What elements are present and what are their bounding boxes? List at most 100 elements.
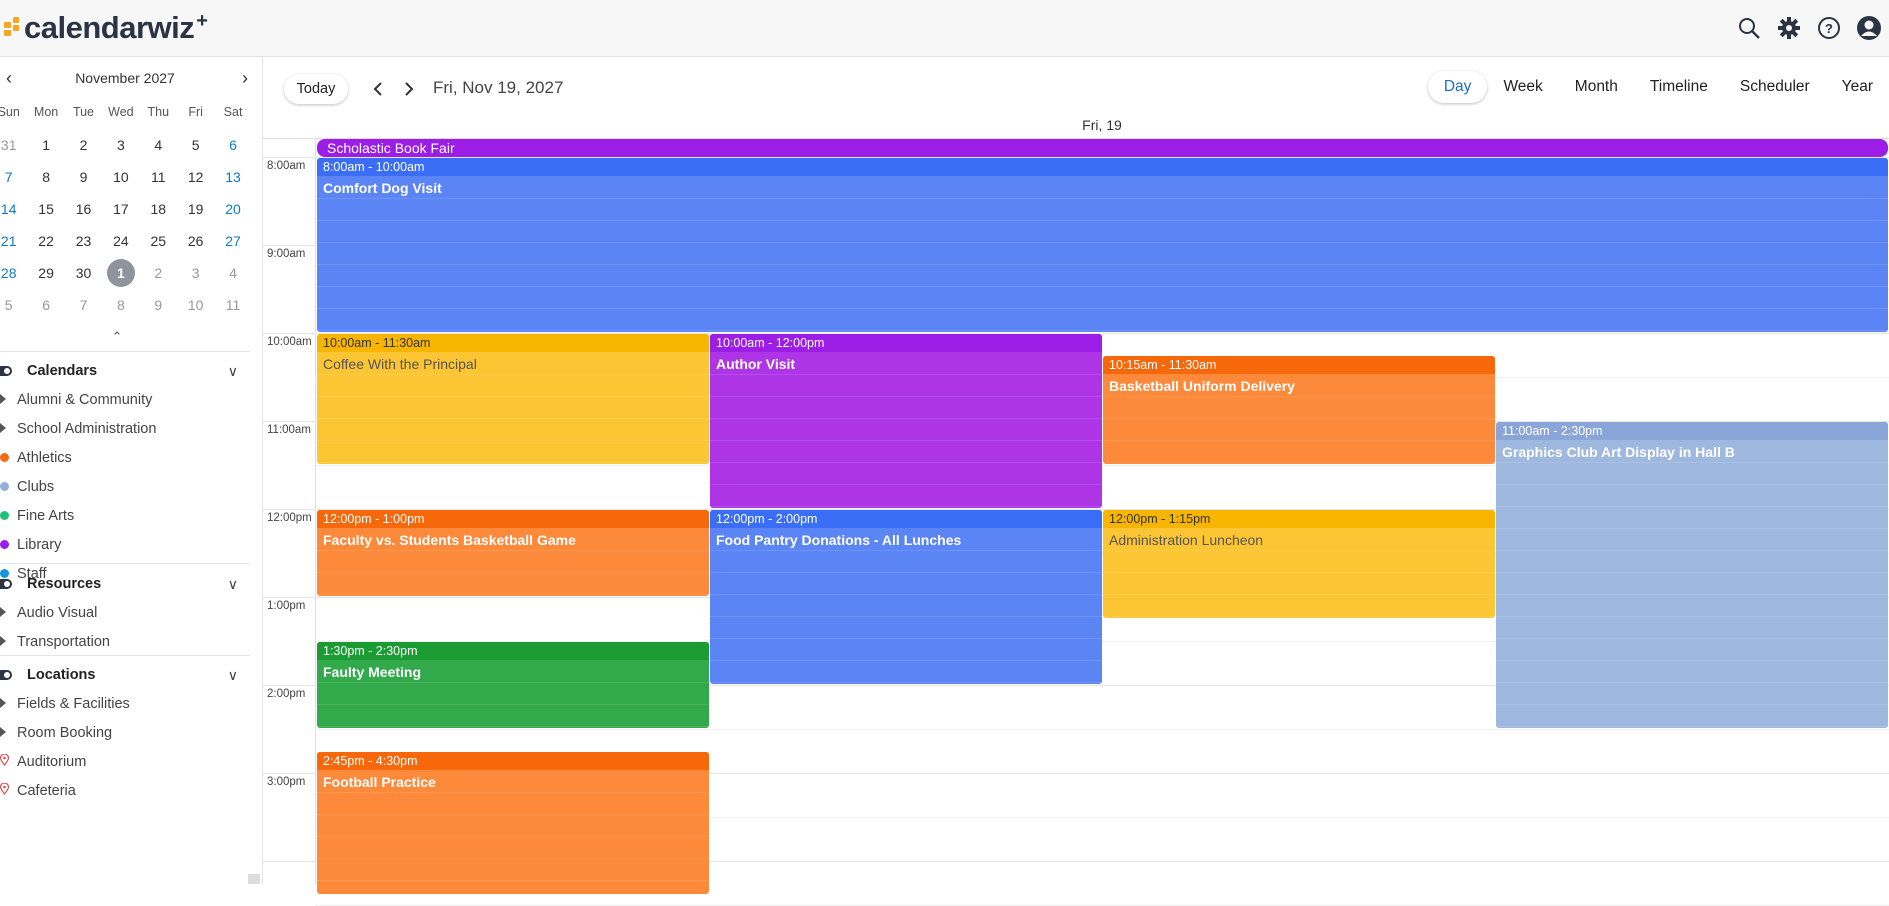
mini-calendar-day[interactable]: 15 xyxy=(27,201,64,217)
event-block[interactable]: 12:00pm - 1:15pm Administration Luncheon xyxy=(1103,510,1495,618)
mini-calendar-day[interactable]: 2 xyxy=(140,265,177,281)
tab-day[interactable]: Day xyxy=(1427,71,1488,103)
mini-calendar-day[interactable]: 27 xyxy=(214,233,251,249)
mini-calendar-day[interactable]: 8 xyxy=(102,297,139,313)
event-block[interactable]: 8:00am - 10:00am Comfort Dog Visit xyxy=(317,158,1888,332)
locations-toggle-icon[interactable] xyxy=(0,670,12,680)
mini-calendar-day[interactable]: 5 xyxy=(0,297,27,313)
sidebar-item-library[interactable]: Library xyxy=(0,530,250,559)
sidebar-resize-handle[interactable] xyxy=(248,874,260,884)
mini-calendar-day[interactable]: 19 xyxy=(177,201,214,217)
mini-calendar-day[interactable]: 23 xyxy=(65,233,102,249)
expand-triangle-icon[interactable] xyxy=(0,698,6,708)
mini-calendar-day[interactable]: 16 xyxy=(65,201,102,217)
mini-calendar-day[interactable]: 28 xyxy=(0,265,27,281)
expand-triangle-icon[interactable] xyxy=(0,727,6,737)
expand-triangle-icon[interactable] xyxy=(0,394,6,404)
mini-calendar-day[interactable]: 26 xyxy=(177,233,214,249)
logo-text: calendarwiz xyxy=(24,10,195,45)
mini-calendar-day[interactable]: 9 xyxy=(65,169,102,185)
user-icon[interactable] xyxy=(1855,14,1883,42)
mini-calendar-day[interactable]: 8 xyxy=(27,169,64,185)
calendarwiz-logo[interactable]: calendarwiz + xyxy=(0,10,208,45)
sidebar-item-audio-visual[interactable]: Audio Visual xyxy=(0,598,250,627)
tab-scheduler[interactable]: Scheduler xyxy=(1724,71,1826,103)
mini-calendar-day[interactable]: 31 xyxy=(0,137,27,153)
mini-calendar-day[interactable]: 30 xyxy=(65,265,102,281)
mini-calendar-day[interactable]: 21 xyxy=(0,233,27,249)
collapse-mini-calendar-icon[interactable]: ⌃ xyxy=(106,329,128,345)
mini-calendar-day-selected[interactable]: 1 xyxy=(102,259,139,287)
sidebar-item-athletics[interactable]: Athletics xyxy=(0,443,250,472)
mini-calendar-day[interactable]: 10 xyxy=(177,297,214,313)
mini-calendar-day[interactable]: 5 xyxy=(177,137,214,153)
locations-section-header[interactable]: Locations ∨ xyxy=(0,661,250,689)
event-block[interactable]: 11:00am - 2:30pm Graphics Club Art Displa… xyxy=(1496,422,1888,728)
mini-calendar-day[interactable]: 11 xyxy=(140,169,177,185)
prev-day-chevron-icon[interactable] xyxy=(368,77,388,101)
mini-calendar-day[interactable]: 4 xyxy=(140,137,177,153)
event-block[interactable]: 1:30pm - 2:30pm Faulty Meeting xyxy=(317,642,709,728)
calendars-section-header[interactable]: Calendars ∨ xyxy=(0,357,250,385)
mini-calendar-day[interactable]: 29 xyxy=(27,265,64,281)
mini-calendar-day[interactable]: 14 xyxy=(0,201,27,217)
sidebar-item-fields-facilities[interactable]: Fields & Facilities xyxy=(0,689,250,718)
gear-icon[interactable] xyxy=(1775,14,1803,42)
event-title: Coffee With the Principal xyxy=(323,356,477,372)
tab-month[interactable]: Month xyxy=(1559,71,1634,103)
mini-calendar-day[interactable]: 4 xyxy=(214,265,251,281)
expand-triangle-icon[interactable] xyxy=(0,607,6,617)
event-block[interactable]: 12:00pm - 2:00pm Food Pantry Donations - … xyxy=(710,510,1102,684)
tab-timeline[interactable]: Timeline xyxy=(1634,71,1724,103)
expand-triangle-icon[interactable] xyxy=(0,423,6,433)
search-icon[interactable] xyxy=(1735,14,1763,42)
mini-calendar-day[interactable]: 3 xyxy=(177,265,214,281)
next-day-chevron-icon[interactable] xyxy=(399,77,419,101)
mini-calendar-day[interactable]: 10 xyxy=(102,169,139,185)
event-block[interactable]: 10:15am - 11:30am Basketball Uniform Deli… xyxy=(1103,356,1495,464)
mini-calendar-day[interactable]: 3 xyxy=(102,137,139,153)
sidebar-item-school-administration[interactable]: School Administration xyxy=(0,414,250,443)
mini-calendar-day[interactable]: 2 xyxy=(65,137,102,153)
sidebar-item-clubs[interactable]: Clubs xyxy=(0,472,250,501)
today-button[interactable]: Today xyxy=(284,74,348,104)
mini-calendar-day[interactable]: 22 xyxy=(27,233,64,249)
chevron-down-icon[interactable]: ∨ xyxy=(228,363,238,380)
mini-calendar-day[interactable]: 6 xyxy=(214,137,251,153)
resources-toggle-icon[interactable] xyxy=(0,579,12,589)
event-block[interactable]: 2:45pm - 4:30pm Football Practice xyxy=(317,752,709,894)
calendars-toggle-icon[interactable] xyxy=(0,366,12,376)
event-block[interactable]: 12:00pm - 1:00pm Faculty vs. Students Bas… xyxy=(317,510,709,596)
tab-year[interactable]: Year xyxy=(1826,71,1889,103)
mini-calendar-day[interactable]: 24 xyxy=(102,233,139,249)
chevron-down-icon[interactable]: ∨ xyxy=(228,576,238,593)
mini-calendar-day[interactable]: 9 xyxy=(140,297,177,313)
sidebar-item-auditorium[interactable]: Auditorium xyxy=(0,747,250,776)
mini-calendar-day[interactable]: 6 xyxy=(27,297,64,313)
event-block[interactable]: 10:00am - 12:00pm Author Visit xyxy=(710,334,1102,508)
mini-calendar-day[interactable]: 7 xyxy=(65,297,102,313)
event-block[interactable]: 10:00am - 11:30am Coffee With the Princip… xyxy=(317,334,709,464)
next-month-chevron-icon[interactable]: › xyxy=(236,67,254,89)
mini-calendar-day[interactable]: 7 xyxy=(0,169,27,185)
expand-triangle-icon[interactable] xyxy=(0,636,6,646)
time-label: 10:00am xyxy=(267,336,312,348)
mini-calendar-day[interactable]: 20 xyxy=(214,201,251,217)
mini-calendar-day[interactable]: 12 xyxy=(177,169,214,185)
sidebar-item-cafeteria[interactable]: Cafeteria xyxy=(0,776,250,805)
sidebar-item-alumni-community[interactable]: Alumni & Community xyxy=(0,385,250,414)
mini-calendar-day[interactable]: 18 xyxy=(140,201,177,217)
mini-calendar-day[interactable]: 13 xyxy=(214,169,251,185)
resources-section-header[interactable]: Resources ∨ xyxy=(0,570,250,598)
sidebar-item-room-booking[interactable]: Room Booking xyxy=(0,718,250,747)
help-icon[interactable]: ? xyxy=(1815,14,1843,42)
event-time: 2:45pm - 4:30pm xyxy=(317,752,709,770)
chevron-down-icon[interactable]: ∨ xyxy=(228,667,238,684)
mini-calendar-day[interactable]: 11 xyxy=(214,297,251,313)
mini-calendar-day[interactable]: 17 xyxy=(102,201,139,217)
mini-calendar-day[interactable]: 25 xyxy=(140,233,177,249)
sidebar-item-fine-arts[interactable]: Fine Arts xyxy=(0,501,250,530)
tab-week[interactable]: Week xyxy=(1487,71,1558,103)
mini-calendar-day[interactable]: 1 xyxy=(27,137,64,153)
sidebar-item-transportation[interactable]: Transportation xyxy=(0,627,250,656)
